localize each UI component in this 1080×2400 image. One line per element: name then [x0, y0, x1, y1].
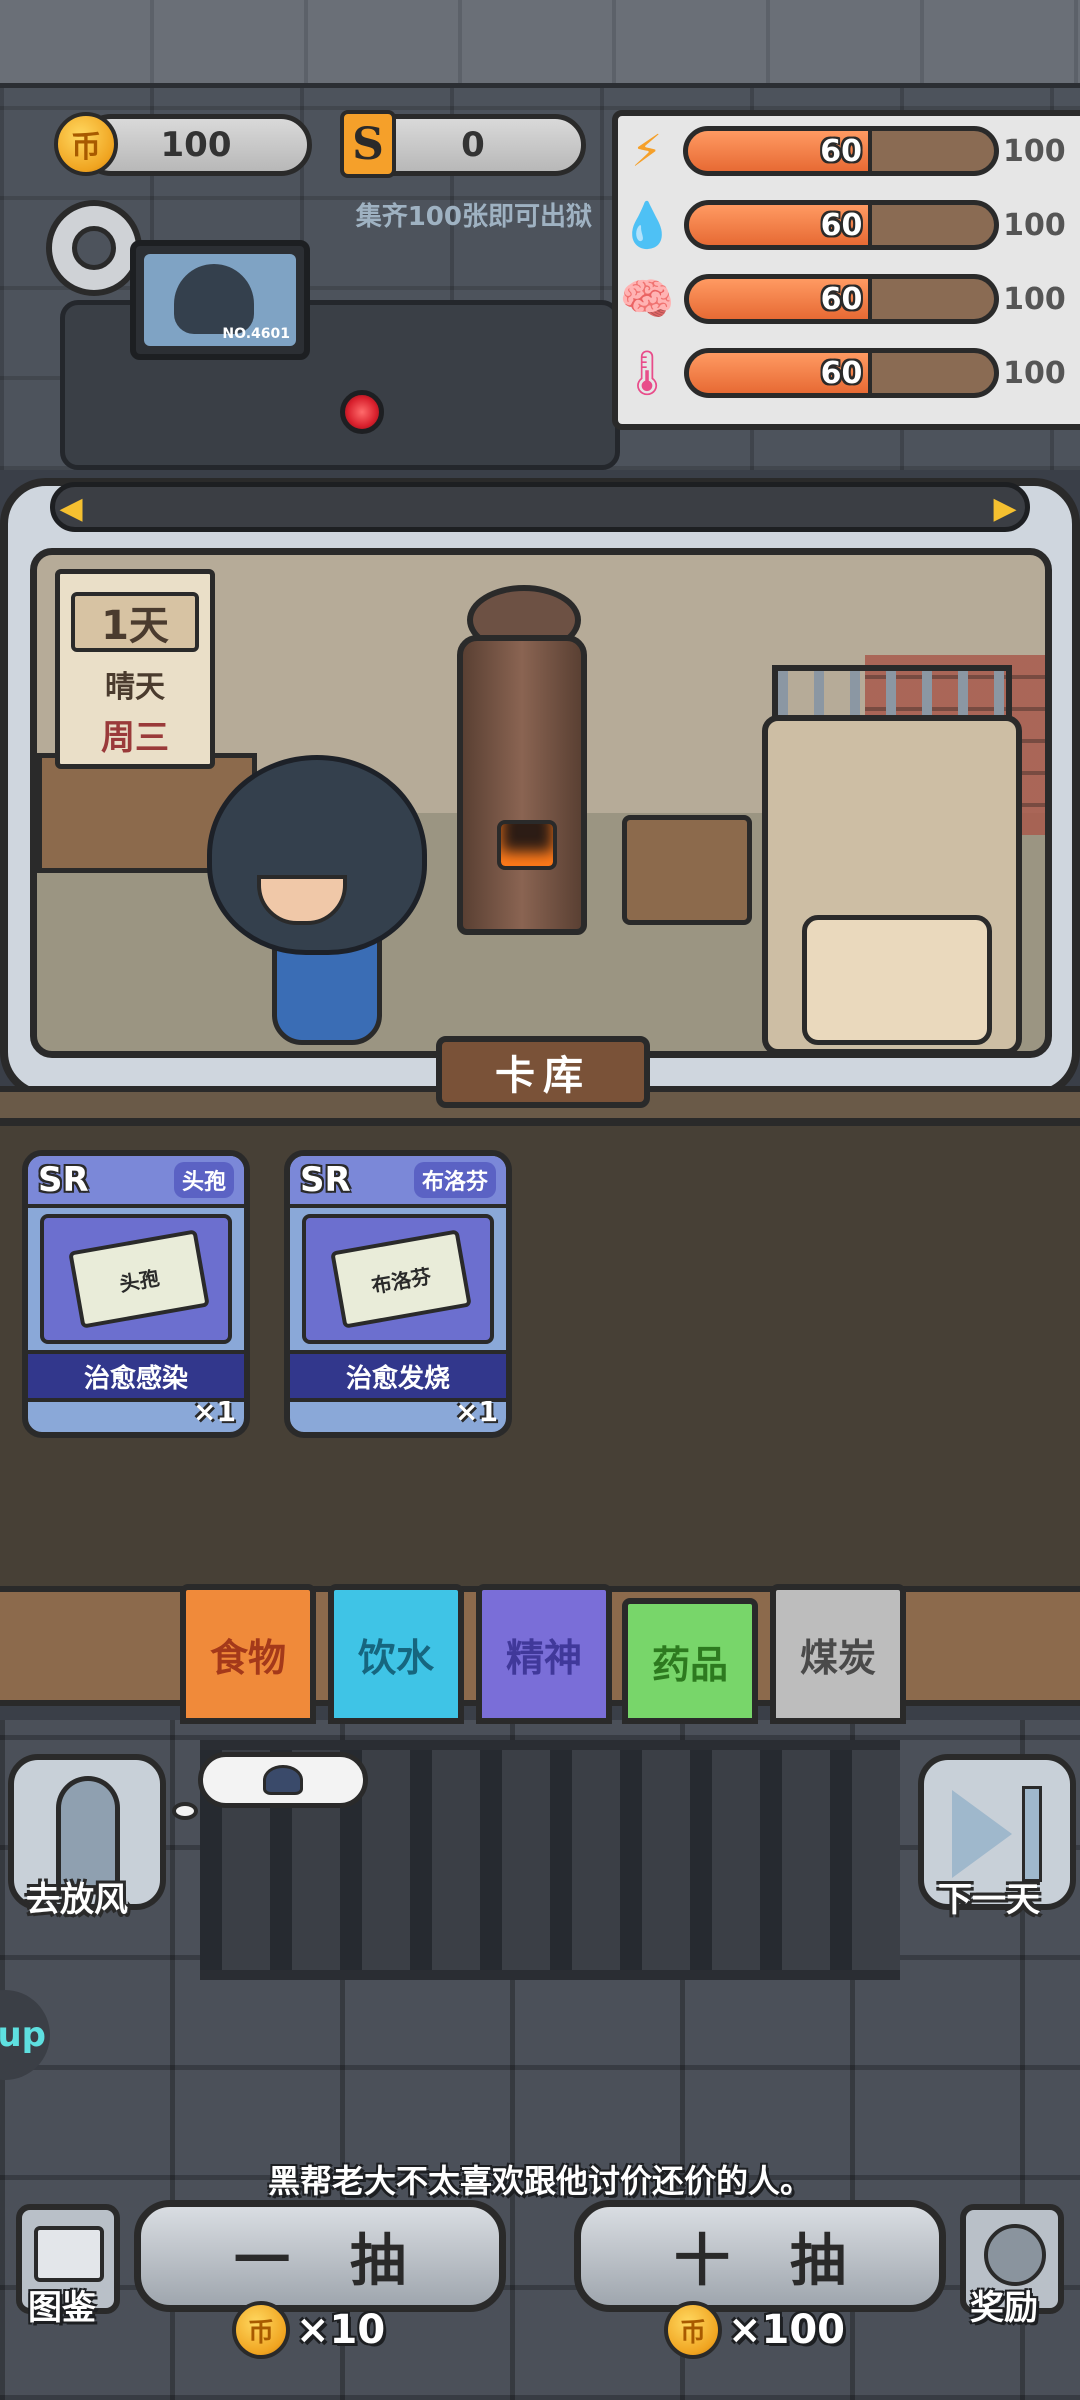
stat-bar-water: 60: [684, 200, 1000, 250]
card-name: 头孢: [173, 1162, 234, 1198]
brain-icon: 🧠: [619, 274, 675, 325]
stat-max: 100: [1003, 281, 1066, 317]
stat-bar-spirit: 60: [684, 274, 1000, 324]
calendar-weekday: 周三: [101, 718, 169, 758]
speech-bubble-tail: [172, 1802, 198, 1820]
card-rarity: SR: [300, 1160, 351, 1200]
tab-medicine[interactable]: 药品: [622, 1598, 758, 1724]
guard-icon: [263, 1765, 303, 1795]
lightning-icon: ⚡: [631, 125, 663, 177]
stove-fire: [497, 820, 557, 870]
card-header: SR 头孢: [28, 1156, 244, 1208]
single-draw-button[interactable]: 一抽: [134, 2200, 506, 2312]
tab-coal[interactable]: 煤炭: [770, 1584, 906, 1724]
monitor-screen: NO.4601: [144, 254, 296, 346]
wooden-stool: [622, 815, 752, 925]
stat-value: 60: [820, 207, 863, 243]
medicine-box-icon: 头孢: [68, 1229, 210, 1329]
card-item[interactable]: SR 布洛芬 布洛芬 治愈发烧 ×1: [284, 1150, 512, 1438]
collect-hint-text: 集齐100张即可出狱: [355, 202, 592, 232]
coin-icon: 币: [664, 2301, 722, 2359]
calendar-day: 1天: [71, 592, 199, 652]
shard-count: 0: [461, 125, 485, 165]
stat-value: 60: [820, 355, 863, 391]
card-deck-label: 卡库: [436, 1036, 650, 1108]
stat-row-temperature: 🌡 60 100: [619, 340, 1072, 406]
bed-pillow: [802, 915, 992, 1045]
rewards-label: 奖励: [970, 2288, 1038, 2328]
stat-max: 100: [1003, 207, 1066, 243]
alarm-light-icon: [340, 390, 384, 434]
stat-max: 100: [1003, 355, 1066, 391]
prisoner-monitor: NO.4601: [130, 240, 310, 360]
book-icon: [34, 2226, 104, 2282]
calendar-poster: 1天 晴天 周三: [55, 569, 215, 769]
tab-food[interactable]: 食物: [180, 1584, 316, 1724]
next-day-label: 下一天: [938, 1880, 1040, 1920]
card-count: ×1: [193, 1395, 236, 1428]
play-next-icon: [952, 1790, 1012, 1878]
scene-prev-arrow-icon[interactable]: ◀: [56, 488, 86, 528]
go-outside-label: 去放风: [26, 1880, 128, 1920]
card-count: ×1: [455, 1395, 498, 1428]
encyclopedia-label: 图鉴: [28, 2288, 96, 2328]
stat-value: 60: [820, 133, 862, 169]
card-art: 布洛芬: [302, 1214, 494, 1344]
ten-draw-cost: 币 ×100: [664, 2300, 845, 2360]
stat-bar-energy: 60: [683, 126, 999, 176]
prisoner-portrait: [174, 264, 254, 334]
ceiling-strip: [0, 0, 1080, 88]
medicine-box-icon: 布洛芬: [330, 1229, 472, 1329]
tab-water[interactable]: 饮水: [328, 1584, 464, 1724]
stat-row-water: 💧 60 100: [619, 192, 1072, 258]
ten-draw-button[interactable]: 十抽: [574, 2200, 946, 2312]
scene-next-arrow-icon[interactable]: ▶: [990, 488, 1020, 528]
stat-value: 60: [820, 281, 863, 317]
water-drop-icon: 💧: [619, 200, 675, 251]
scene-nav-bar: [50, 482, 1030, 532]
thermometer-icon: 🌡: [619, 348, 675, 399]
card-rarity: SR: [38, 1160, 89, 1200]
speech-bubble: [198, 1752, 368, 1808]
s-currency-icon: S: [340, 110, 396, 178]
stat-max: 100: [1002, 133, 1066, 169]
settings-gear-icon[interactable]: [46, 200, 142, 296]
calendar-weather: 晴天: [105, 670, 165, 705]
prisoner-number: NO.4601: [222, 326, 290, 342]
tip-message: 黑帮老大不太喜欢跟他讨价还价的人。: [267, 2162, 812, 2200]
coin-icon: 币: [232, 2301, 290, 2359]
prison-cell-scene: 1天 晴天 周三: [30, 548, 1052, 1058]
stat-row-spirit: 🧠 60 100: [619, 266, 1072, 332]
coin-count: 100: [160, 125, 232, 165]
card-art: 头孢: [40, 1214, 232, 1344]
card-name: 布洛芬: [413, 1162, 496, 1198]
coal-stove: [457, 635, 587, 935]
card-item[interactable]: SR 头孢 头孢 治愈感染 ×1: [22, 1150, 250, 1438]
stat-bar-temperature: 60: [684, 348, 1000, 398]
card-header: SR 布洛芬: [290, 1156, 506, 1208]
stat-row-energy: ⚡ 60 100: [622, 118, 1072, 184]
single-draw-cost: 币 ×10: [232, 2300, 385, 2360]
coin-icon: 币: [54, 112, 118, 176]
rat-icon: [984, 2224, 1046, 2286]
prisoner-head: [207, 755, 427, 955]
tab-spirit[interactable]: 精神: [476, 1584, 612, 1724]
next-bar-icon: [1022, 1786, 1042, 1882]
